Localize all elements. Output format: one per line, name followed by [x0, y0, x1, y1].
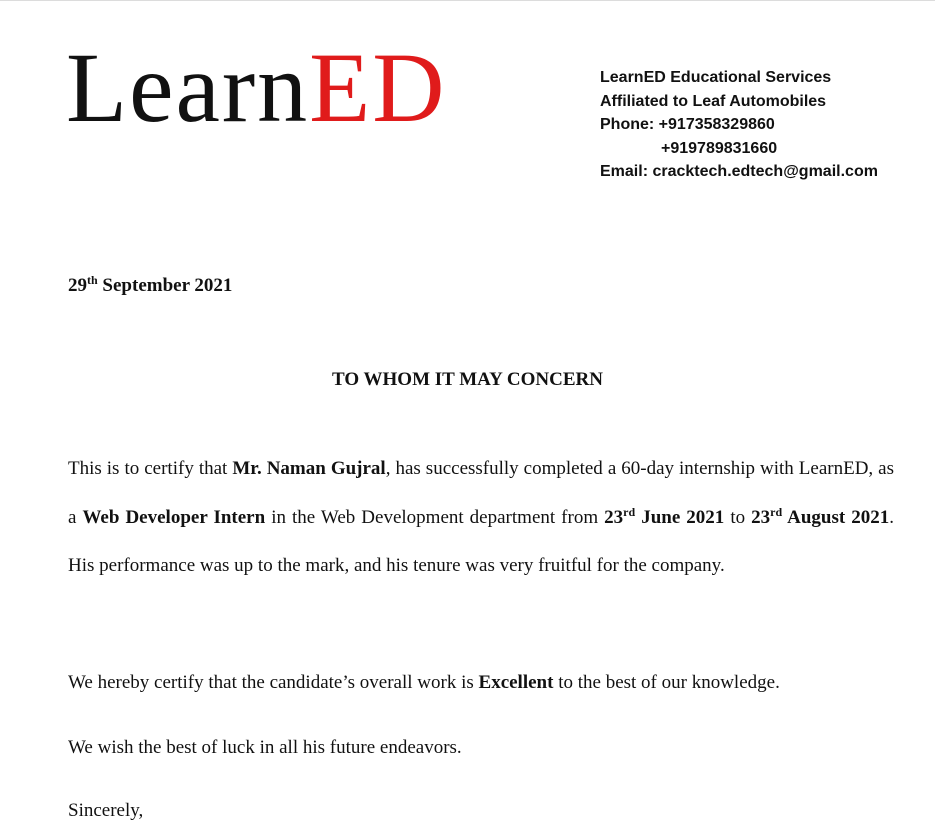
- affiliation: Affiliated to Leaf Automobiles: [600, 92, 827, 110]
- start-date: 23rd June 2021: [604, 504, 725, 528]
- p2-text-1: We hereby certify that the candidate’s o…: [68, 672, 479, 693]
- email-address: cracktech.edtech@gmail.com: [652, 163, 878, 180]
- p1-text-3: in the Web Development department from: [265, 506, 605, 528]
- p2-text-2: to the best of our knowledge.: [553, 672, 780, 693]
- date-month-year: September 2021: [97, 275, 233, 296]
- page-top-border: [0, 0, 935, 1]
- start-month-year: June 2021: [635, 506, 725, 528]
- intern-role: Web Developer Intern: [82, 506, 266, 528]
- start-suffix: rd: [623, 504, 636, 519]
- end-day: 23: [751, 506, 771, 528]
- end-suffix: rd: [770, 504, 783, 519]
- logo-ed-text: ED: [309, 32, 447, 143]
- contact-block: LearnED Educational Services Affiliated …: [600, 66, 878, 184]
- company-logo: LearnED: [66, 38, 446, 138]
- email-line: Email: cracktech.edtech@gmail.com: [600, 160, 878, 184]
- phone-label: Phone:: [600, 116, 659, 133]
- certification-paragraph: This is to certify that Mr. Naman Gujral…: [68, 445, 894, 591]
- wishes-paragraph: We wish the best of luck in all his futu…: [68, 737, 462, 758]
- start-day: 23: [604, 506, 624, 528]
- date-suffix: th: [87, 273, 98, 287]
- phone-secondary: +919789831660: [661, 139, 778, 157]
- p1-text-1: This is to certify that: [68, 458, 233, 479]
- letter-date: 29th September 2021: [68, 273, 233, 297]
- performance-paragraph: We hereby certify that the candidate’s o…: [68, 659, 894, 708]
- p1-text-4: to: [724, 506, 752, 528]
- email-label: Email:: [600, 163, 653, 180]
- intern-name: Mr. Naman Gujral: [232, 458, 386, 479]
- end-date: 23rd August 2021: [751, 504, 890, 528]
- end-month-year: August 2021: [782, 506, 890, 528]
- closing-salutation: Sincerely,: [68, 800, 144, 821]
- org-name: LearnED Educational Services: [600, 69, 832, 86]
- date-day: 29: [68, 275, 87, 296]
- phone-primary: +917358329860: [658, 116, 775, 133]
- performance-rating: Excellent: [478, 672, 554, 693]
- letter-heading: TO WHOM IT MAY CONCERN: [332, 369, 603, 390]
- logo-learn-text: Learn: [66, 32, 310, 143]
- phone-line: Phone: +917358329860: [600, 113, 878, 137]
